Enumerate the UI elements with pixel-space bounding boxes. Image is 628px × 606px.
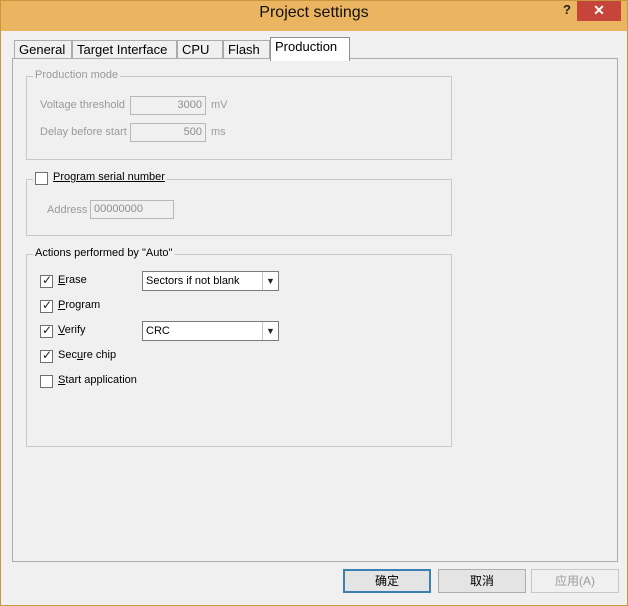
voltage-unit: mV: [211, 99, 228, 111]
verify-label[interactable]: Verify: [58, 324, 86, 336]
start-application-label[interactable]: Start application: [58, 374, 137, 386]
voltage-threshold-label: Voltage threshold: [40, 99, 126, 111]
secure-chip-checkbox[interactable]: [40, 348, 53, 363]
chevron-down-icon[interactable]: ▼: [262, 322, 278, 340]
serial-number-group: Program serial number Address 00000000: [26, 171, 452, 236]
production-page: Production mode Voltage threshold 3000 m…: [12, 58, 618, 562]
erase-mode-value: Sectors if not blank: [146, 275, 240, 287]
program-serial-number-checkbox[interactable]: [35, 172, 48, 185]
dialog-client-area: General Target Interface CPU Flash Produ…: [8, 31, 620, 599]
help-icon[interactable]: ?: [557, 1, 577, 21]
production-mode-legend: Production mode: [33, 69, 121, 81]
program-checkbox[interactable]: [40, 298, 53, 313]
serial-number-legend: Program serial number: [33, 171, 167, 185]
auto-actions-legend: Actions performed by "Auto": [33, 247, 175, 259]
delay-unit: ms: [211, 126, 226, 138]
delay-before-start-label: Delay before start: [40, 126, 127, 138]
voltage-threshold-field[interactable]: 3000: [130, 96, 206, 115]
window-title: Project settings: [259, 4, 369, 21]
start-application-checkbox[interactable]: [40, 375, 53, 388]
tab-flash[interactable]: Flash: [223, 40, 270, 60]
erase-label[interactable]: Erase: [58, 274, 87, 286]
verify-mode-select[interactable]: CRC ▼: [142, 321, 279, 341]
erase-checkbox[interactable]: [40, 273, 53, 288]
program-label[interactable]: Program: [58, 299, 100, 311]
project-settings-window: Project settings ? ✕ General Target Inte…: [0, 0, 628, 606]
title-bar[interactable]: Project settings ? ✕: [1, 1, 627, 31]
program-serial-number-label[interactable]: Program serial number: [53, 171, 165, 183]
secure-chip-label[interactable]: Secure chip: [58, 349, 116, 361]
erase-mode-select[interactable]: Sectors if not blank ▼: [142, 271, 279, 291]
tab-production[interactable]: Production: [270, 37, 350, 61]
close-icon[interactable]: ✕: [577, 1, 621, 21]
ok-button[interactable]: 确定: [343, 569, 431, 593]
chevron-down-icon[interactable]: ▼: [262, 272, 278, 290]
tab-target-interface[interactable]: Target Interface: [72, 40, 177, 60]
verify-checkbox[interactable]: [40, 323, 53, 338]
auto-actions-group: Actions performed by "Auto" Erase Sector…: [26, 247, 452, 447]
cancel-button[interactable]: 取消: [438, 569, 526, 593]
tab-cpu[interactable]: CPU: [177, 40, 223, 60]
verify-mode-value: CRC: [146, 325, 170, 337]
tab-general[interactable]: General: [14, 40, 72, 60]
address-field[interactable]: 00000000: [90, 200, 174, 219]
production-mode-group: Production mode Voltage threshold 3000 m…: [26, 69, 452, 160]
address-label: Address: [47, 204, 88, 216]
delay-before-start-field[interactable]: 500: [130, 123, 206, 142]
apply-button[interactable]: 应用(A): [531, 569, 619, 593]
